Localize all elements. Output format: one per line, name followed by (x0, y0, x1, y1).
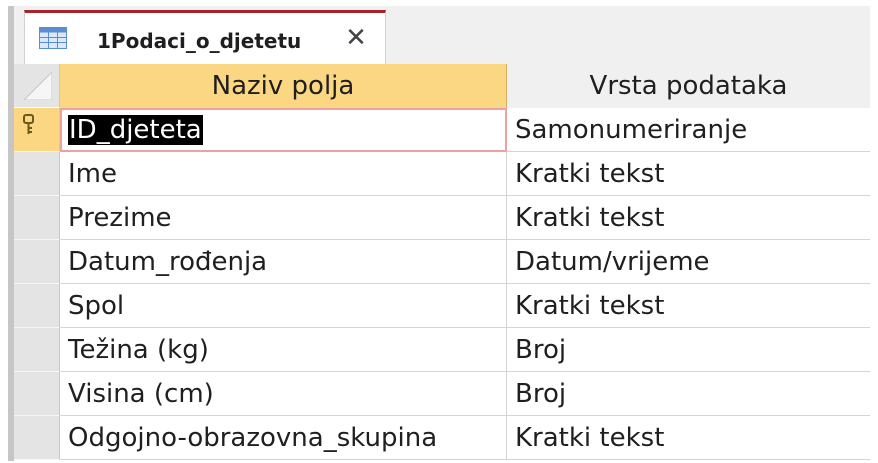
field-name-text: Ime (68, 159, 117, 189)
row-selector[interactable] (14, 284, 60, 328)
row-selector[interactable] (14, 196, 60, 240)
table-row[interactable]: Težina (kg) Broj (14, 328, 870, 372)
table-row[interactable]: Ime Kratki tekst (14, 152, 870, 196)
row-selector[interactable] (14, 328, 60, 372)
table-design-window: 1Podaci_o_djetetu ✕ Naziv polja Vrsta po… (8, 6, 870, 461)
select-all-corner[interactable] (14, 64, 60, 108)
table-row[interactable]: Odgojno-obrazovna_skupina Kratki tekst (14, 416, 870, 460)
row-selector[interactable] (14, 372, 60, 416)
grid-header-row: Naziv polja Vrsta podataka (14, 64, 870, 108)
table-row[interactable]: Prezime Kratki tekst (14, 196, 870, 240)
field-name-text: Prezime (68, 203, 172, 233)
data-type-cell[interactable]: Broj (507, 328, 870, 372)
column-header-data-type[interactable]: Vrsta podataka (507, 64, 870, 108)
row-selector[interactable] (14, 108, 60, 152)
data-type-text: Kratki tekst (515, 203, 665, 233)
primary-key-icon (23, 114, 34, 134)
field-name-cell[interactable]: Spol (60, 284, 507, 328)
document-tab[interactable]: 1Podaci_o_djetetu ✕ (24, 10, 386, 64)
table-row[interactable]: Spol Kratki tekst (14, 284, 870, 328)
field-name-text: Odgojno-obrazovna_skupina (68, 423, 438, 453)
row-selector[interactable] (14, 152, 60, 196)
data-type-cell[interactable]: Datum/vrijeme (507, 240, 870, 284)
data-type-cell[interactable]: Kratki tekst (507, 196, 870, 240)
field-name-cell[interactable]: Prezime (60, 196, 507, 240)
table-icon (39, 27, 67, 49)
field-name-text: ID_djeteta (68, 115, 203, 145)
field-name-text: Spol (68, 291, 125, 321)
data-type-cell[interactable]: Kratki tekst (507, 284, 870, 328)
data-type-text: Kratki tekst (515, 159, 665, 189)
close-icon[interactable]: ✕ (343, 25, 369, 51)
data-type-cell[interactable]: Broj (507, 372, 870, 416)
field-name-cell[interactable]: Odgojno-obrazovna_skupina (60, 416, 507, 460)
field-name-cell[interactable]: Visina (cm) (60, 372, 507, 416)
field-name-text: Datum_rođenja (68, 247, 268, 277)
tab-title: 1Podaci_o_djetetu (97, 29, 302, 53)
data-type-text: Broj (515, 379, 567, 409)
document-tab-strip: 1Podaci_o_djetetu ✕ (14, 6, 870, 64)
field-name-cell[interactable]: Datum_rođenja (60, 240, 507, 284)
row-selector[interactable] (14, 416, 60, 460)
data-type-text: Broj (515, 335, 567, 365)
field-name-text: Visina (cm) (68, 379, 214, 409)
field-name-cell[interactable]: Ime (60, 152, 507, 196)
data-type-text: Kratki tekst (515, 291, 665, 321)
data-type-cell[interactable]: Kratki tekst (507, 416, 870, 460)
corner-triangle-icon (23, 71, 52, 100)
table-row[interactable]: ID_djeteta Samonumeriranje (14, 108, 870, 152)
table-row[interactable]: Datum_rođenja Datum/vrijeme (14, 240, 870, 284)
column-header-field-name[interactable]: Naziv polja (60, 64, 507, 108)
data-type-text: Datum/vrijeme (515, 247, 710, 277)
field-name-cell[interactable]: ID_djeteta (60, 108, 507, 152)
data-type-text: Samonumeriranje (515, 115, 748, 145)
row-selector[interactable] (14, 240, 60, 284)
field-design-grid: Naziv polja Vrsta podataka ID_djeteta Sam… (14, 64, 870, 461)
data-type-cell[interactable]: Samonumeriranje (507, 108, 870, 152)
table-row[interactable]: Visina (cm) Broj (14, 372, 870, 416)
field-name-cell[interactable]: Težina (kg) (60, 328, 507, 372)
data-type-text: Kratki tekst (515, 423, 665, 453)
field-name-text: Težina (kg) (68, 335, 209, 365)
data-type-cell[interactable]: Kratki tekst (507, 152, 870, 196)
